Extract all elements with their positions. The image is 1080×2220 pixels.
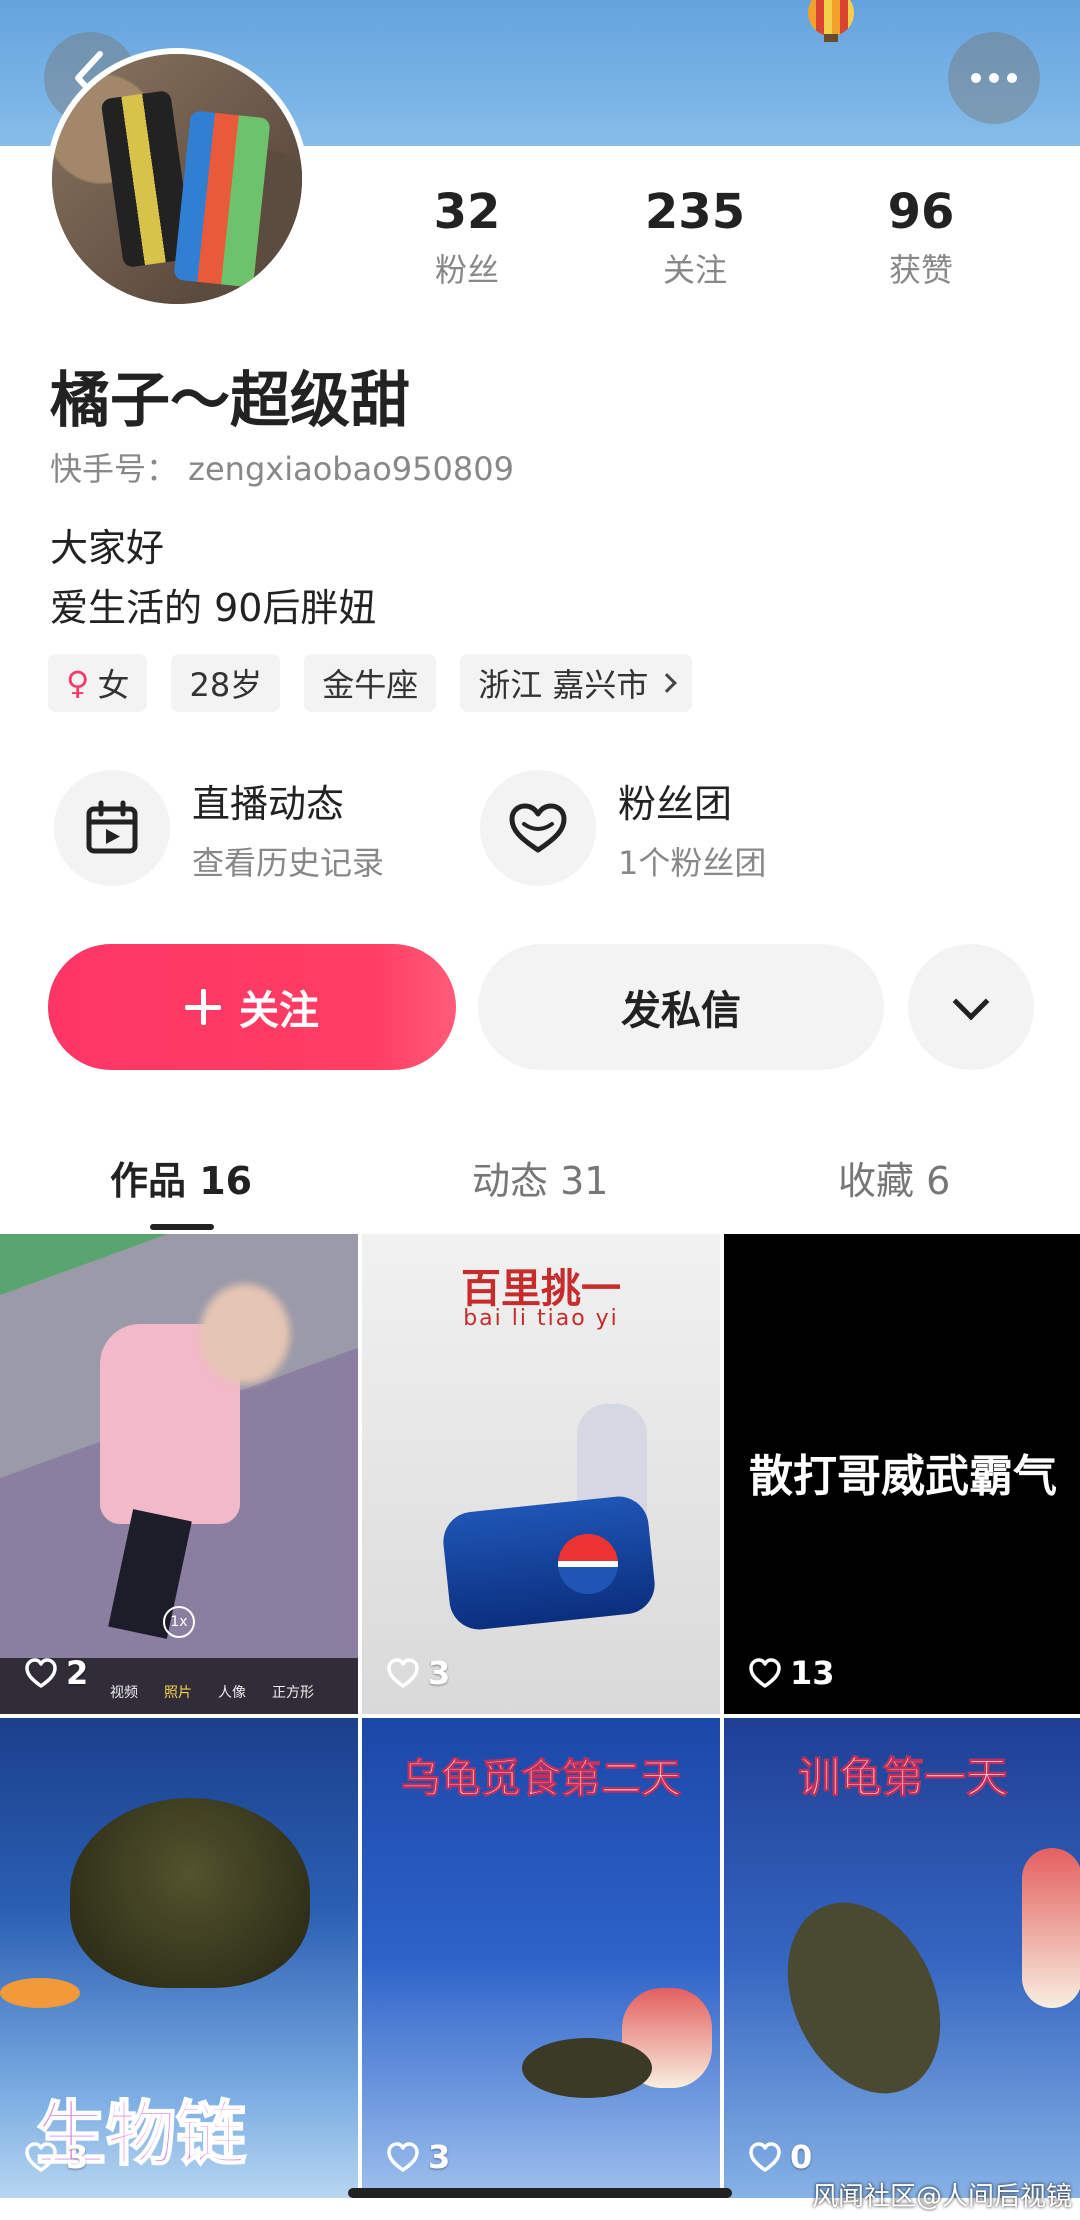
profile-name: 橘子～超级甜	[50, 366, 410, 436]
work-likes: 3	[24, 2138, 88, 2176]
message-button[interactable]: 发私信	[478, 944, 884, 1070]
likes-count: 3	[428, 1654, 451, 1692]
kuaishou-id[interactable]: 快手号： zengxiaobao950809	[50, 444, 514, 490]
camera-mode-video: 视频	[110, 1685, 138, 1701]
camera-mode-bar: 视频 照片 人像 正方形	[110, 1682, 314, 1702]
tab-works[interactable]: 作品 16	[110, 1150, 252, 1205]
more-actions-dropdown[interactable]	[908, 944, 1034, 1070]
work-caption: 乌龟觅食第二天	[401, 1756, 682, 1803]
avatar[interactable]	[46, 48, 308, 310]
fan-group-subtitle: 1个粉丝团	[618, 843, 767, 882]
stat-following-label: 关注	[662, 250, 727, 289]
bio-line-2: 爱生活的 90后胖妞	[50, 586, 377, 630]
likes-count: 3	[428, 2138, 451, 2176]
work-likes: 3	[386, 2138, 450, 2176]
calendar-icon	[54, 770, 170, 886]
age-tag: 28岁	[171, 654, 281, 712]
follow-button[interactable]: 关注	[48, 944, 456, 1070]
stat-following-value: 235	[644, 184, 746, 240]
work-caption: 训龟第一天	[797, 1753, 1008, 1803]
likes-count: 0	[790, 2138, 813, 2176]
zodiac-tag: 金牛座	[304, 654, 437, 712]
active-tab-indicator	[150, 1224, 214, 1230]
fan-group-title: 粉丝团	[618, 781, 733, 826]
live-history-entry[interactable]: 直播动态 查看历史记录	[54, 770, 384, 886]
work-caption: 散打哥威武霸气	[749, 1451, 1057, 1502]
location-label: 浙江 嘉兴市	[478, 666, 649, 704]
heart-icon	[25, 1658, 57, 1688]
stat-likes[interactable]: 96 获赞	[846, 186, 996, 291]
work-likes: 3	[386, 1654, 450, 1692]
work-item[interactable]: 生物链 3	[0, 1718, 358, 2198]
work-likes: 13	[748, 1654, 835, 1692]
likes-count: 2	[66, 1654, 89, 1692]
heart-icon	[387, 1658, 419, 1688]
camera-mode-portrait: 人像	[218, 1685, 246, 1701]
stat-likes-label: 获赞	[888, 250, 953, 289]
more-button[interactable]	[948, 32, 1040, 124]
age-label: 28岁	[189, 666, 263, 704]
location-tag[interactable]: 浙江 嘉兴市	[460, 654, 693, 712]
stat-fans-label: 粉丝	[434, 250, 499, 289]
heart-icon	[749, 1658, 781, 1688]
stat-fans-value: 32	[433, 184, 501, 240]
profile-bio: 大家好 爱生活的 90后胖妞	[50, 518, 376, 638]
gender-label: 女	[97, 666, 130, 704]
work-item[interactable]: 散打哥威武霸气 13	[724, 1234, 1080, 1714]
heart-icon	[749, 2142, 781, 2172]
work-likes: 0	[748, 2138, 812, 2176]
work-item[interactable]: 1x 视频 照片 人像 正方形 2	[0, 1234, 358, 1714]
camera-mode-square: 正方形	[272, 1685, 314, 1701]
likes-count: 13	[790, 1654, 835, 1692]
heart-icon	[25, 2142, 57, 2172]
watermark: 风闻社区@人间后视镜	[811, 2182, 1072, 2212]
home-indicator[interactable]	[348, 2188, 732, 2198]
camera-mode-photo: 照片	[164, 1685, 192, 1701]
heart-icon	[387, 2142, 419, 2172]
chevron-down-icon	[952, 983, 990, 1021]
work-subtitle: bai li tiao yi	[463, 1306, 619, 1331]
stat-fans[interactable]: 32 粉丝	[392, 186, 542, 291]
zoom-indicator: 1x	[163, 1606, 195, 1638]
live-title: 直播动态	[192, 781, 345, 826]
hot-air-balloon-image	[808, 0, 854, 42]
plus-icon	[185, 989, 221, 1025]
message-label: 发私信	[621, 988, 741, 1034]
tab-moments[interactable]: 动态 31	[472, 1150, 608, 1205]
follow-label: 关注	[239, 988, 319, 1034]
live-subtitle: 查看历史记录	[192, 843, 385, 882]
work-item[interactable]: 训龟第一天 0	[724, 1718, 1080, 2198]
more-dots-icon	[971, 73, 1017, 83]
zodiac-label: 金牛座	[322, 666, 419, 704]
gender-tag: ♀ 女	[48, 654, 148, 712]
chevron-right-icon	[657, 673, 678, 693]
female-icon: ♀	[66, 664, 90, 702]
work-item[interactable]: 乌龟觅食第二天 3	[362, 1718, 720, 2198]
likes-count: 3	[66, 2138, 89, 2176]
heart-outline-icon	[480, 770, 596, 886]
stat-likes-value: 96	[887, 184, 955, 240]
bio-line-1: 大家好	[50, 526, 165, 570]
work-likes: 2	[24, 1654, 88, 1692]
tab-favorites[interactable]: 收藏 6	[838, 1150, 950, 1205]
fan-group-entry[interactable]: 粉丝团 1个粉丝团	[480, 770, 766, 886]
stat-following[interactable]: 235 关注	[620, 186, 770, 291]
work-item[interactable]: 百里挑一 bai li tiao yi 3	[362, 1234, 720, 1714]
profile-tags: ♀ 女 28岁 金牛座 浙江 嘉兴市	[48, 654, 693, 712]
profile-tabs: 作品 16 动态 31 收藏 6	[0, 1140, 1080, 1230]
